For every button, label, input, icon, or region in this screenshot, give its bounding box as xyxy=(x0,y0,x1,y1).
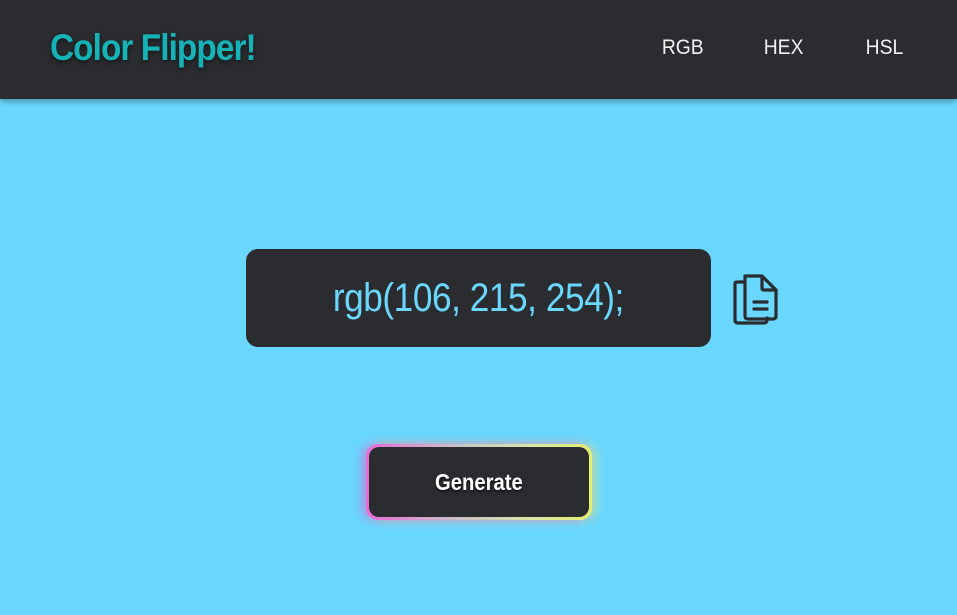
generate-button[interactable]: Generate xyxy=(369,447,589,517)
nav-link-hex[interactable]: HEX xyxy=(764,36,804,60)
nav-link-hsl[interactable]: HSL xyxy=(866,36,904,60)
copy-icon xyxy=(733,274,778,325)
generate-button-frame: Generate xyxy=(366,444,592,520)
color-value-display: rgb(106, 215, 254); xyxy=(246,249,711,347)
nav-link-rgb[interactable]: RGB xyxy=(662,36,704,60)
color-value-text: rgb(106, 215, 254); xyxy=(332,275,625,320)
navbar: Color Flipper! RGB HEX HSL xyxy=(0,0,957,99)
app-title: Color Flipper! xyxy=(50,27,257,68)
copy-button[interactable] xyxy=(732,272,780,326)
generate-button-label: Generate xyxy=(435,468,523,495)
